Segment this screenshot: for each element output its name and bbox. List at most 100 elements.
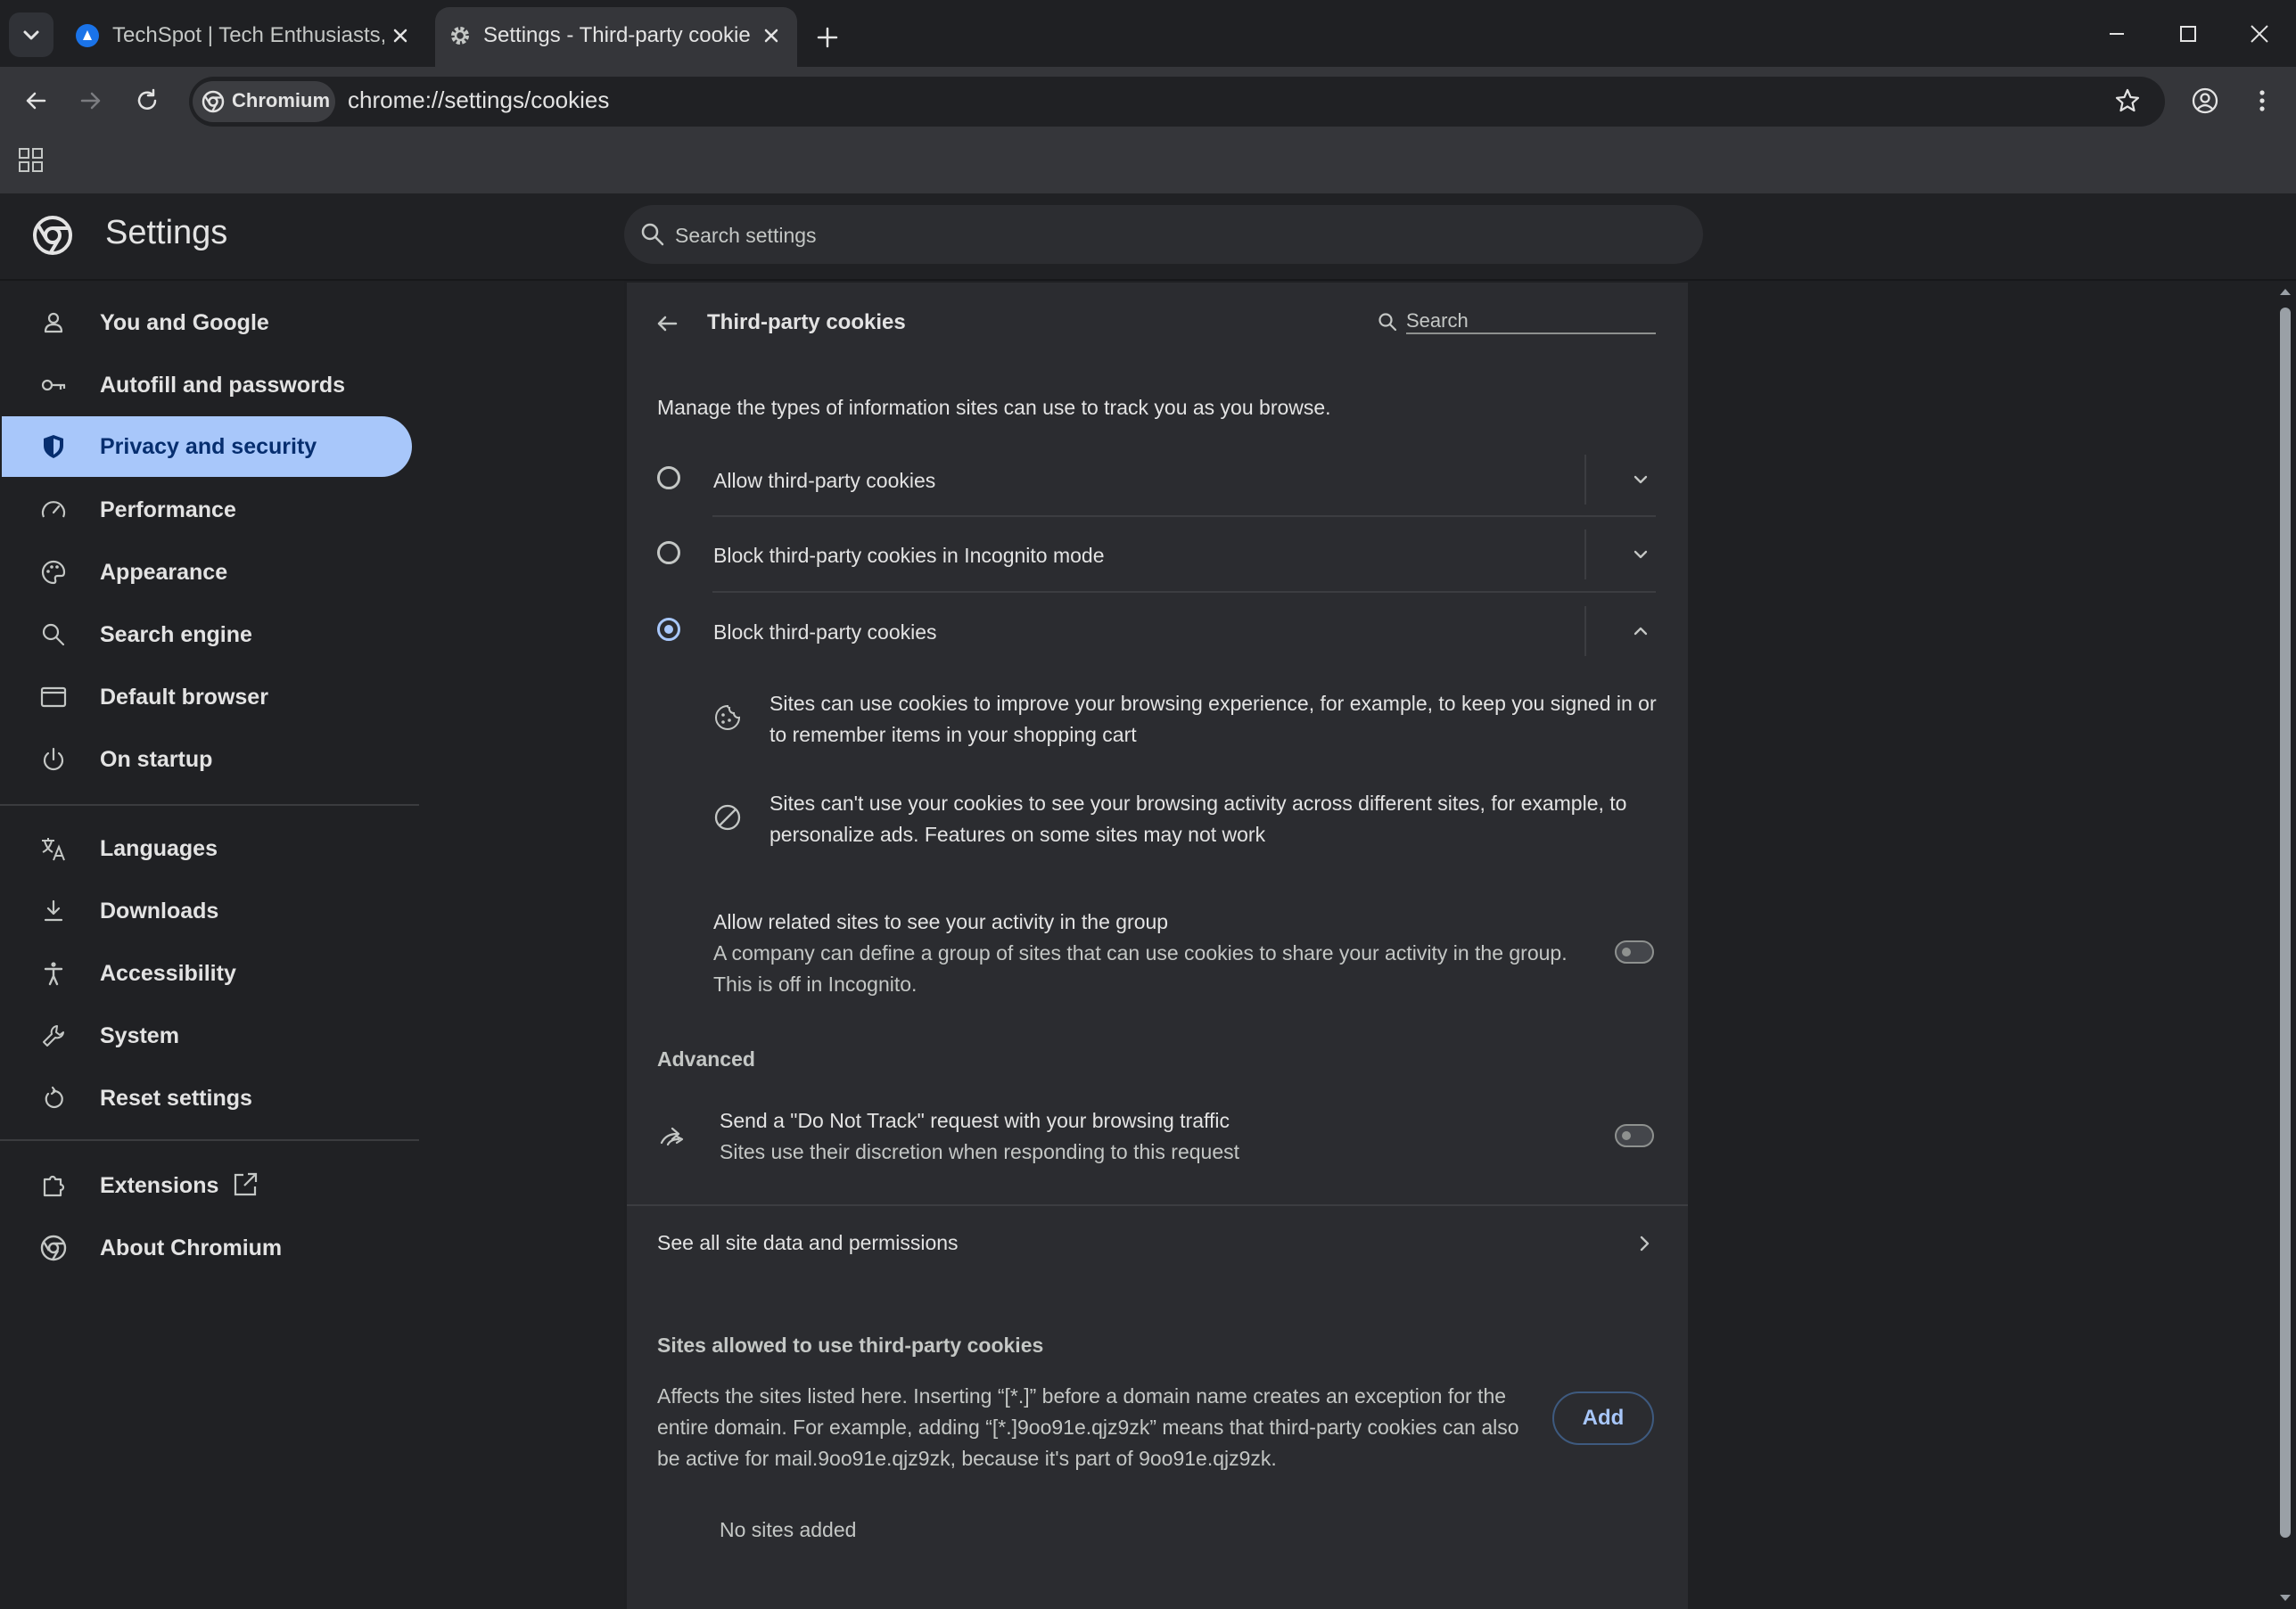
sidebar-item-label: Performance (100, 497, 236, 522)
chevron-down-icon[interactable] (1627, 466, 1654, 493)
site-info-chip[interactable]: Chromium (193, 81, 335, 122)
search-icon (1378, 313, 1397, 332)
sidebar-item-label: Search engine (100, 622, 252, 647)
add-site-button[interactable]: Add (1552, 1391, 1654, 1445)
detail-text-line: personalize ads. Features on some sites … (769, 823, 1266, 846)
person-icon (44, 312, 63, 333)
do-not-track-toggle[interactable] (1615, 1124, 1654, 1147)
maximize-icon[interactable] (2168, 16, 2208, 52)
sidebar-item-default-browser[interactable]: Default browser (2, 667, 412, 727)
block-icon (714, 804, 741, 831)
sidebar-item-reset-settings[interactable]: Reset settings (2, 1068, 412, 1129)
close-window-icon[interactable] (2240, 16, 2279, 52)
related-sites-toggle[interactable] (1615, 940, 1654, 964)
page-title: Settings (105, 214, 228, 251)
browser-icon (40, 686, 67, 708)
allowed-sites-description: be active for mail.9oo91e.qjz9zk, becaus… (657, 1447, 1277, 1470)
sidebar-item-autofill[interactable]: Autofill and passwords (2, 355, 412, 415)
sidebar-item-label: Downloads (100, 899, 219, 924)
reload-icon[interactable] (129, 83, 165, 119)
sidebar-divider (0, 804, 419, 806)
sidebar-item-label: Languages (100, 836, 218, 861)
related-sites-description: A company can define a group of sites th… (713, 941, 1568, 965)
sidebar-item-label: On startup (100, 747, 213, 772)
sidebar-item-label: Extensions (100, 1173, 219, 1198)
sidebar-item-you-and-google[interactable]: You and Google (2, 292, 412, 353)
translate-icon (42, 838, 65, 861)
radio-block-incognito[interactable]: Block third-party cookies in Incognito m… (655, 529, 1658, 579)
minimize-icon[interactable] (2097, 16, 2136, 52)
scrollbar-thumb[interactable] (2280, 308, 2291, 1538)
sidebar-item-performance[interactable]: Performance (2, 480, 412, 540)
sidebar-item-label: Reset settings (100, 1086, 252, 1111)
radio-button[interactable] (657, 466, 680, 489)
page-description: Manage the types of information sites ca… (657, 396, 1331, 419)
forward-icon[interactable] (73, 83, 109, 119)
radio-label: Allow third-party cookies (713, 469, 936, 492)
radio-button[interactable] (657, 541, 680, 564)
apps-grid-icon[interactable] (16, 145, 46, 176)
cookie-icon (715, 704, 741, 730)
sidebar-item-label: Appearance (100, 560, 228, 585)
close-icon[interactable] (387, 22, 414, 49)
tab-search-button[interactable] (9, 12, 53, 57)
sidebar-item-languages[interactable]: Languages (2, 818, 412, 879)
palette-icon (41, 560, 66, 585)
power-icon (43, 747, 64, 771)
do-not-track-icon (660, 1127, 684, 1146)
divider (1584, 606, 1586, 656)
allowed-sites-heading: Sites allowed to use third-party cookies (657, 1334, 1044, 1357)
search-placeholder: Search settings (675, 224, 817, 247)
back-arrow-icon[interactable] (654, 310, 680, 337)
tab-title: Settings - Third-party cookies (483, 23, 751, 47)
sidebar-item-downloads[interactable]: Downloads (2, 881, 412, 941)
divider (1584, 529, 1586, 579)
sidebar-item-system[interactable]: System (2, 1006, 412, 1066)
new-tab-icon[interactable] (810, 20, 845, 55)
radio-allow-third-party[interactable]: Allow third-party cookies (655, 455, 1658, 505)
advanced-heading: Advanced (657, 1047, 755, 1071)
divider (712, 515, 1656, 517)
sidebar-item-accessibility[interactable]: Accessibility (2, 943, 412, 1004)
subpage-title: Third-party cookies (707, 310, 906, 334)
scroll-down-arrow-icon[interactable] (2277, 1592, 2293, 1605)
sidebar-item-label: Autofill and passwords (100, 373, 346, 398)
sidebar-item-appearance[interactable]: Appearance (2, 542, 412, 603)
radio-button-selected[interactable] (657, 618, 680, 641)
open-in-new-icon (234, 1172, 258, 1196)
speedometer-icon (41, 501, 66, 518)
star-icon[interactable] (2110, 83, 2145, 119)
toggle-knob (1622, 1131, 1631, 1140)
sidebar-item-privacy[interactable]: Privacy and security (2, 416, 412, 477)
sidebar-item-on-startup[interactable]: On startup (2, 729, 412, 790)
related-sites-description: This is off in Incognito. (713, 973, 918, 996)
profile-icon[interactable] (2187, 83, 2223, 119)
sidebar-item-search-engine[interactable]: Search engine (2, 604, 412, 665)
subpage-search-input[interactable]: Search (1406, 309, 1469, 332)
sidebar-item-about[interactable]: About Chromium (2, 1218, 412, 1278)
divider (1584, 455, 1586, 505)
back-icon[interactable] (18, 83, 53, 119)
reset-icon (45, 1086, 63, 1109)
sidebar-item-extensions[interactable]: Extensions (2, 1155, 412, 1216)
see-all-site-data-link[interactable]: See all site data and permissions (627, 1208, 1688, 1279)
detail-text-line: to remember items in your shopping cart (769, 723, 1137, 746)
close-icon[interactable] (758, 22, 785, 49)
chevron-up-icon[interactable] (1627, 618, 1654, 644)
wrench-icon (43, 1025, 64, 1047)
sidebar-divider (0, 1139, 419, 1141)
do-not-track-title: Send a "Do Not Track" request with your … (720, 1109, 1230, 1132)
chevron-down-icon[interactable] (1627, 541, 1654, 568)
chevron-right-icon (1640, 1235, 1650, 1252)
scroll-up-arrow-icon[interactable] (2277, 285, 2293, 298)
tab-settings[interactable]: Settings - Third-party cookies (435, 7, 797, 67)
radio-label: Block third-party cookies (713, 620, 937, 644)
chromium-logo-icon (33, 216, 72, 255)
radio-block-third-party[interactable]: Block third-party cookies (655, 606, 1658, 656)
more-vert-icon[interactable] (2244, 83, 2280, 119)
sidebar-item-label: You and Google (100, 310, 269, 335)
url-text[interactable]: chrome://settings/cookies (348, 86, 609, 114)
empty-list-text: No sites added (720, 1518, 857, 1541)
divider (627, 1204, 1688, 1206)
tab-techspot[interactable]: TechSpot | Tech Enthusiasts, Power Users… (68, 7, 428, 67)
